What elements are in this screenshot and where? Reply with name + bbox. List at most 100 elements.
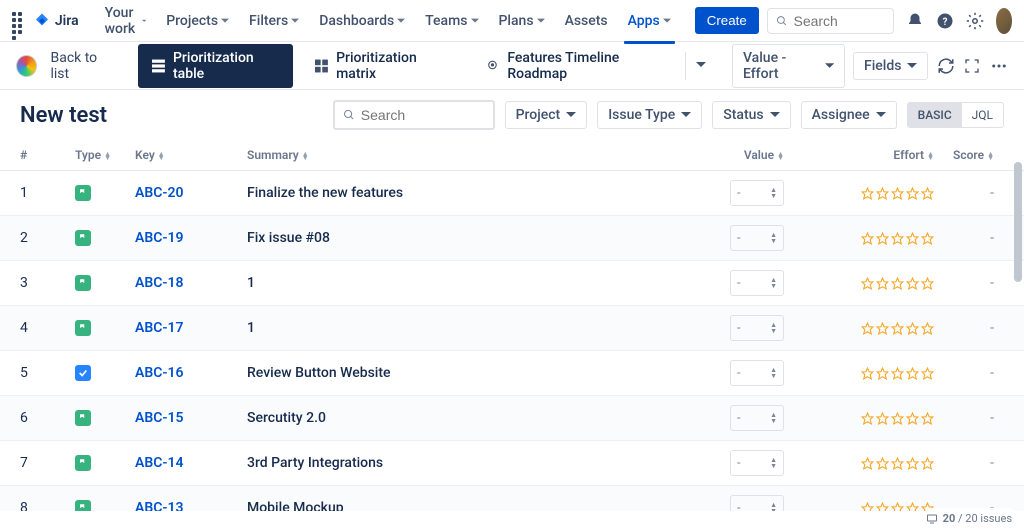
star-icon[interactable] <box>861 322 874 335</box>
star-icon[interactable] <box>876 502 889 512</box>
value-effort-dropdown[interactable]: Value - Effort <box>732 44 845 88</box>
app-switcher-icon[interactable] <box>12 12 23 30</box>
issue-key-link[interactable]: ABC-16 <box>135 365 184 381</box>
star-icon[interactable] <box>921 367 934 380</box>
view-tab-roadmap[interactable]: Features Timeline Roadmap <box>472 44 675 88</box>
mode-basic[interactable]: BASIC <box>908 103 962 127</box>
nav-item-dashboards[interactable]: Dashboards <box>311 9 413 33</box>
value-select[interactable]: -▲▼ <box>730 315 784 341</box>
star-icon[interactable] <box>891 322 904 335</box>
star-icon[interactable] <box>921 277 934 290</box>
effort-stars[interactable] <box>784 322 934 335</box>
settings-icon[interactable] <box>966 7 984 35</box>
filter-assignee[interactable]: Assignee <box>801 101 897 129</box>
star-icon[interactable] <box>906 457 919 470</box>
issue-key-link[interactable]: ABC-14 <box>135 455 184 471</box>
issue-key-link[interactable]: ABC-13 <box>135 500 184 511</box>
nav-item-teams[interactable]: Teams <box>417 9 486 33</box>
star-icon[interactable] <box>906 322 919 335</box>
star-icon[interactable] <box>906 367 919 380</box>
star-icon[interactable] <box>876 457 889 470</box>
star-icon[interactable] <box>861 367 874 380</box>
refresh-icon[interactable] <box>936 56 955 76</box>
nav-item-filters[interactable]: Filters <box>241 9 307 33</box>
table-search-input[interactable] <box>361 107 485 123</box>
roadmap-dropdown[interactable] <box>685 52 716 80</box>
effort-stars[interactable] <box>784 232 934 245</box>
table-search[interactable] <box>333 100 495 130</box>
star-icon[interactable] <box>891 277 904 290</box>
nav-item-assets[interactable]: Assets <box>557 9 616 33</box>
filter-issue-type[interactable]: Issue Type <box>597 101 702 129</box>
star-icon[interactable] <box>861 187 874 200</box>
nav-item-apps[interactable]: Apps <box>620 9 679 33</box>
star-icon[interactable] <box>921 412 934 425</box>
global-search[interactable] <box>767 8 895 34</box>
global-search-input[interactable] <box>793 13 885 29</box>
star-icon[interactable] <box>921 232 934 245</box>
nav-item-your-work[interactable]: Your work <box>97 1 155 41</box>
star-icon[interactable] <box>921 187 934 200</box>
star-icon[interactable] <box>891 187 904 200</box>
col-type[interactable]: Type▲▼ <box>75 148 135 162</box>
value-select[interactable]: -▲▼ <box>730 360 784 386</box>
effort-stars[interactable] <box>784 502 934 512</box>
issue-key-link[interactable]: ABC-17 <box>135 320 184 336</box>
value-select[interactable]: -▲▼ <box>730 225 784 251</box>
issue-key-link[interactable]: ABC-20 <box>135 185 184 201</box>
star-icon[interactable] <box>891 412 904 425</box>
jira-logo[interactable]: Jira <box>33 12 79 30</box>
scrollbar-thumb[interactable] <box>1014 162 1022 282</box>
col-summary[interactable]: Summary▲▼ <box>247 148 684 162</box>
issue-key-link[interactable]: ABC-15 <box>135 410 184 426</box>
star-icon[interactable] <box>891 367 904 380</box>
effort-stars[interactable] <box>784 412 934 425</box>
help-icon[interactable]: ? <box>936 7 954 35</box>
star-icon[interactable] <box>861 457 874 470</box>
col-score[interactable]: Score▲▼ <box>934 148 1004 162</box>
star-icon[interactable] <box>861 277 874 290</box>
star-icon[interactable] <box>906 187 919 200</box>
effort-stars[interactable] <box>784 367 934 380</box>
value-select[interactable]: -▲▼ <box>730 180 784 206</box>
col-value[interactable]: Value▲▼ <box>684 148 784 162</box>
star-icon[interactable] <box>891 457 904 470</box>
mode-jql[interactable]: JQL <box>962 103 1003 127</box>
fields-dropdown[interactable]: Fields <box>853 52 928 80</box>
notifications-icon[interactable] <box>906 7 924 35</box>
star-icon[interactable] <box>891 232 904 245</box>
star-icon[interactable] <box>891 502 904 512</box>
col-num[interactable]: # <box>20 148 75 162</box>
star-icon[interactable] <box>876 367 889 380</box>
effort-stars[interactable] <box>784 457 934 470</box>
star-icon[interactable] <box>876 322 889 335</box>
view-tab-prioritization-matrix[interactable]: Prioritization matrix <box>301 44 464 88</box>
star-icon[interactable] <box>876 187 889 200</box>
create-button[interactable]: Create <box>695 7 759 34</box>
nav-item-projects[interactable]: Projects <box>158 9 237 33</box>
col-key[interactable]: Key▲▼ <box>135 148 247 162</box>
fullscreen-icon[interactable] <box>963 56 982 76</box>
effort-stars[interactable] <box>784 277 934 290</box>
value-select[interactable]: -▲▼ <box>730 450 784 476</box>
star-icon[interactable] <box>906 502 919 512</box>
value-select[interactable]: -▲▼ <box>730 270 784 296</box>
view-tab-prioritization-table[interactable]: Prioritization table <box>138 44 293 88</box>
star-icon[interactable] <box>861 412 874 425</box>
issue-key-link[interactable]: ABC-18 <box>135 275 184 291</box>
star-icon[interactable] <box>876 277 889 290</box>
star-icon[interactable] <box>876 412 889 425</box>
effort-stars[interactable] <box>784 187 934 200</box>
star-icon[interactable] <box>876 232 889 245</box>
star-icon[interactable] <box>906 412 919 425</box>
star-icon[interactable] <box>861 502 874 512</box>
back-to-list-link[interactable]: Back to list <box>51 50 115 82</box>
value-select[interactable]: -▲▼ <box>730 405 784 431</box>
star-icon[interactable] <box>921 457 934 470</box>
star-icon[interactable] <box>906 232 919 245</box>
star-icon[interactable] <box>921 322 934 335</box>
issue-key-link[interactable]: ABC-19 <box>135 230 184 246</box>
query-mode-toggle[interactable]: BASIC JQL <box>907 102 1004 128</box>
star-icon[interactable] <box>861 232 874 245</box>
star-icon[interactable] <box>906 277 919 290</box>
